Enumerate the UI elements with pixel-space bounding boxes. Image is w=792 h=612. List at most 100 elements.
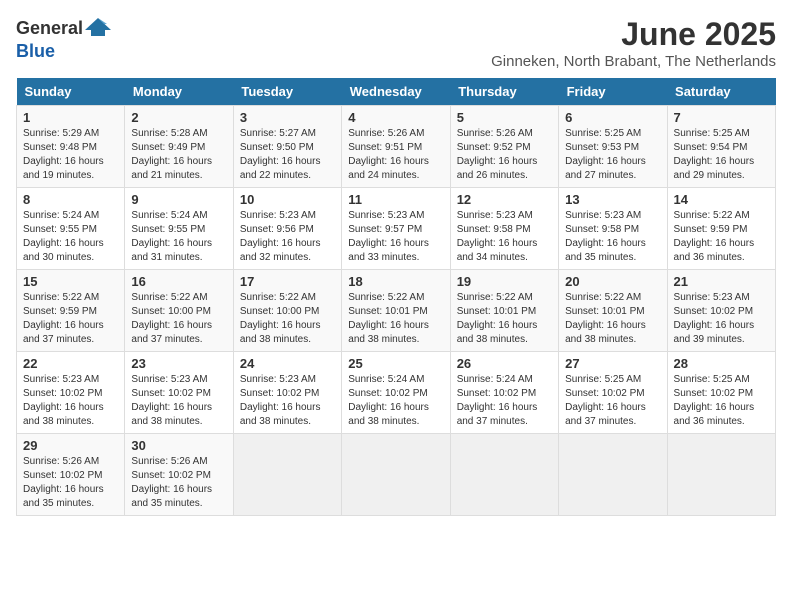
calendar-table: SundayMondayTuesdayWednesdayThursdayFrid… (16, 78, 776, 516)
day-cell: 23 Sunrise: 5:23 AM Sunset: 10:02 PM Dayl… (125, 352, 233, 434)
day-number: 7 (674, 110, 769, 125)
day-number: 16 (131, 274, 226, 289)
day-number: 8 (23, 192, 118, 207)
day-number: 17 (240, 274, 335, 289)
day-number: 15 (23, 274, 118, 289)
col-header-tuesday: Tuesday (233, 78, 341, 106)
day-cell: 11 Sunrise: 5:23 AM Sunset: 9:57 PM Dayli… (342, 188, 450, 270)
col-header-monday: Monday (125, 78, 233, 106)
day-number: 3 (240, 110, 335, 125)
day-cell: 22 Sunrise: 5:23 AM Sunset: 10:02 PM Dayl… (17, 352, 125, 434)
day-info: Sunrise: 5:27 AM Sunset: 9:50 PM Dayligh… (240, 127, 335, 183)
day-info: Sunrise: 5:24 AM Sunset: 10:02 PM Daylig… (348, 373, 443, 429)
week-row-4: 22 Sunrise: 5:23 AM Sunset: 10:02 PM Dayl… (17, 352, 776, 434)
day-cell: 14 Sunrise: 5:22 AM Sunset: 9:59 PM Dayli… (667, 188, 775, 270)
day-number: 13 (565, 192, 660, 207)
day-cell (667, 434, 775, 516)
day-cell: 29 Sunrise: 5:26 AM Sunset: 10:02 PM Dayl… (17, 434, 125, 516)
day-info: Sunrise: 5:22 AM Sunset: 10:01 PM Daylig… (348, 291, 443, 347)
day-info: Sunrise: 5:24 AM Sunset: 10:02 PM Daylig… (457, 373, 552, 429)
col-header-thursday: Thursday (450, 78, 558, 106)
day-info: Sunrise: 5:28 AM Sunset: 9:49 PM Dayligh… (131, 127, 226, 183)
day-cell: 9 Sunrise: 5:24 AM Sunset: 9:55 PM Daylig… (125, 188, 233, 270)
day-cell: 4 Sunrise: 5:26 AM Sunset: 9:51 PM Daylig… (342, 106, 450, 188)
day-number: 6 (565, 110, 660, 125)
day-cell: 20 Sunrise: 5:22 AM Sunset: 10:01 PM Dayl… (559, 270, 667, 352)
day-number: 21 (674, 274, 769, 289)
day-number: 12 (457, 192, 552, 207)
day-number: 29 (23, 438, 118, 453)
header: General Blue June 2025 Ginneken, North B… (16, 16, 776, 70)
col-header-friday: Friday (559, 78, 667, 106)
day-info: Sunrise: 5:26 AM Sunset: 9:52 PM Dayligh… (457, 127, 552, 183)
day-cell: 10 Sunrise: 5:23 AM Sunset: 9:56 PM Dayli… (233, 188, 341, 270)
day-number: 2 (131, 110, 226, 125)
week-row-2: 8 Sunrise: 5:24 AM Sunset: 9:55 PM Daylig… (17, 188, 776, 270)
day-info: Sunrise: 5:23 AM Sunset: 9:58 PM Dayligh… (457, 209, 552, 265)
day-cell: 5Sunrise: 5:26 AM Sunset: 9:52 PM Daylig… (450, 106, 558, 188)
day-number: 9 (131, 192, 226, 207)
day-info: Sunrise: 5:29 AM Sunset: 9:48 PM Dayligh… (23, 127, 118, 183)
day-info: Sunrise: 5:25 AM Sunset: 10:02 PM Daylig… (674, 373, 769, 429)
day-number: 1 (23, 110, 118, 125)
day-info: Sunrise: 5:26 AM Sunset: 10:02 PM Daylig… (23, 455, 118, 511)
day-number: 25 (348, 356, 443, 371)
week-row-1: 1 Sunrise: 5:29 AM Sunset: 9:48 PM Daylig… (17, 106, 776, 188)
day-cell (450, 434, 558, 516)
day-number: 19 (457, 274, 552, 289)
day-cell: 27Sunrise: 5:25 AM Sunset: 10:02 PM Dayl… (559, 352, 667, 434)
day-info: Sunrise: 5:25 AM Sunset: 9:54 PM Dayligh… (674, 127, 769, 183)
day-number: 27 (565, 356, 660, 371)
day-cell: 3 Sunrise: 5:27 AM Sunset: 9:50 PM Daylig… (233, 106, 341, 188)
day-number: 28 (674, 356, 769, 371)
day-cell: 30Sunrise: 5:26 AM Sunset: 10:02 PM Dayl… (125, 434, 233, 516)
day-cell (233, 434, 341, 516)
day-number: 10 (240, 192, 335, 207)
day-cell: 16 Sunrise: 5:22 AM Sunset: 10:00 PM Dayl… (125, 270, 233, 352)
day-cell: 25 Sunrise: 5:24 AM Sunset: 10:02 PM Dayl… (342, 352, 450, 434)
day-number: 24 (240, 356, 335, 371)
day-number: 22 (23, 356, 118, 371)
day-number: 11 (348, 192, 443, 207)
day-number: 23 (131, 356, 226, 371)
day-cell: 1 Sunrise: 5:29 AM Sunset: 9:48 PM Daylig… (17, 106, 125, 188)
day-info: Sunrise: 5:25 AM Sunset: 9:53 PM Dayligh… (565, 127, 660, 183)
day-info: Sunrise: 5:23 AM Sunset: 10:02 PM Daylig… (131, 373, 226, 429)
logo-general: General (16, 18, 83, 39)
day-info: Sunrise: 5:23 AM Sunset: 9:57 PM Dayligh… (348, 209, 443, 265)
day-info: Sunrise: 5:22 AM Sunset: 10:00 PM Daylig… (131, 291, 226, 347)
day-cell: 2 Sunrise: 5:28 AM Sunset: 9:49 PM Daylig… (125, 106, 233, 188)
day-cell: 21 Sunrise: 5:23 AM Sunset: 10:02 PM Dayl… (667, 270, 775, 352)
day-cell: 8 Sunrise: 5:24 AM Sunset: 9:55 PM Daylig… (17, 188, 125, 270)
week-row-5: 29 Sunrise: 5:26 AM Sunset: 10:02 PM Dayl… (17, 434, 776, 516)
day-info: Sunrise: 5:23 AM Sunset: 10:02 PM Daylig… (23, 373, 118, 429)
day-info: Sunrise: 5:22 AM Sunset: 9:59 PM Dayligh… (674, 209, 769, 265)
day-info: Sunrise: 5:23 AM Sunset: 10:02 PM Daylig… (674, 291, 769, 347)
day-info: Sunrise: 5:22 AM Sunset: 9:59 PM Dayligh… (23, 291, 118, 347)
day-cell: 19Sunrise: 5:22 AM Sunset: 10:01 PM Dayl… (450, 270, 558, 352)
day-number: 20 (565, 274, 660, 289)
day-cell: 28 Sunrise: 5:25 AM Sunset: 10:02 PM Dayl… (667, 352, 775, 434)
day-cell: 17 Sunrise: 5:22 AM Sunset: 10:00 PM Dayl… (233, 270, 341, 352)
day-info: Sunrise: 5:24 AM Sunset: 9:55 PM Dayligh… (23, 209, 118, 265)
day-cell: 15 Sunrise: 5:22 AM Sunset: 9:59 PM Dayli… (17, 270, 125, 352)
logo-bird-icon (85, 16, 111, 41)
day-info: Sunrise: 5:22 AM Sunset: 10:01 PM Daylig… (565, 291, 660, 347)
day-number: 4 (348, 110, 443, 125)
day-number: 18 (348, 274, 443, 289)
col-header-sunday: Sunday (17, 78, 125, 106)
day-info: Sunrise: 5:22 AM Sunset: 10:00 PM Daylig… (240, 291, 335, 347)
day-info: Sunrise: 5:23 AM Sunset: 10:02 PM Daylig… (240, 373, 335, 429)
col-header-saturday: Saturday (667, 78, 775, 106)
day-info: Sunrise: 5:26 AM Sunset: 9:51 PM Dayligh… (348, 127, 443, 183)
logo-blue: Blue (16, 41, 55, 62)
day-number: 14 (674, 192, 769, 207)
header-row: SundayMondayTuesdayWednesdayThursdayFrid… (17, 78, 776, 106)
day-info: Sunrise: 5:24 AM Sunset: 9:55 PM Dayligh… (131, 209, 226, 265)
day-cell: 18 Sunrise: 5:22 AM Sunset: 10:01 PM Dayl… (342, 270, 450, 352)
calendar-title: June 2025 (491, 16, 776, 53)
day-cell: 7 Sunrise: 5:25 AM Sunset: 9:54 PM Daylig… (667, 106, 775, 188)
day-cell: 26Sunrise: 5:24 AM Sunset: 10:02 PM Dayl… (450, 352, 558, 434)
day-cell (342, 434, 450, 516)
day-info: Sunrise: 5:23 AM Sunset: 9:56 PM Dayligh… (240, 209, 335, 265)
